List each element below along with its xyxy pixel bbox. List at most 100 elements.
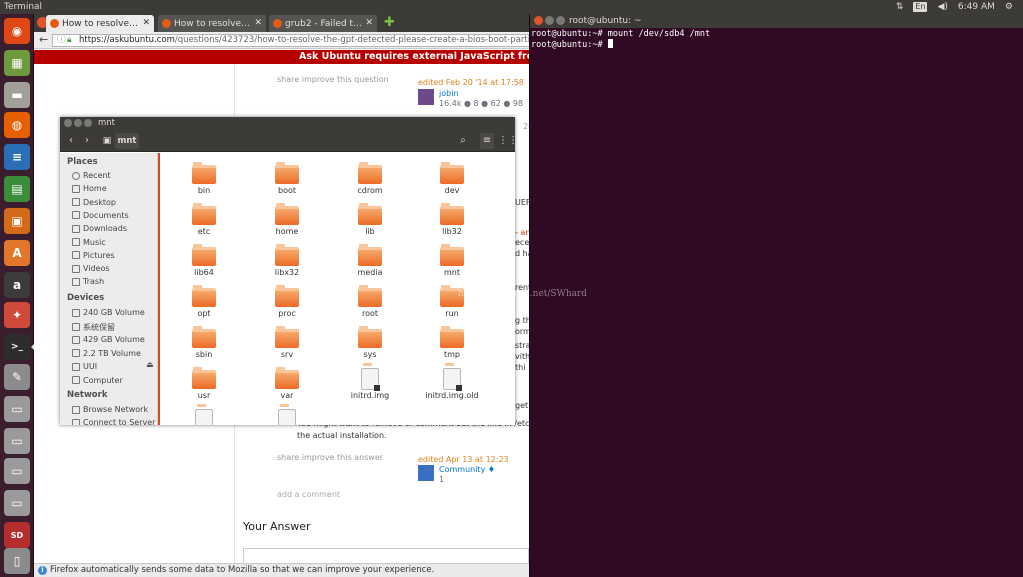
window-maximize-button[interactable] [84,119,92,127]
browser-tab[interactable]: How to resolve the "...✕ [158,15,266,32]
volume-icon[interactable]: ◀) [937,2,947,12]
files-icon[interactable]: ▬ [4,82,30,108]
ubuntu-dash-icon[interactable]: ◉ [4,18,30,44]
file-item[interactable]: initrd.img.old [422,363,482,402]
folder-item[interactable]: srv [257,325,317,361]
question-editor-name[interactable]: jobin [439,89,459,98]
sidebar-item-home[interactable]: Home [72,184,107,193]
photos-icon[interactable]: ▦ [4,50,30,76]
sidebar-item-429-gb-volume[interactable]: 429 GB Volume [72,335,145,344]
list-view-icon[interactable]: ≡ [480,133,494,149]
url-bar[interactable]: ⓘ 🔒︎ https://askubuntu.com/questions/423… [52,34,529,47]
forward-button[interactable]: › [80,133,94,149]
answer-editor[interactable] [243,548,529,564]
folder-item[interactable]: home [257,202,317,238]
clock[interactable]: 6:49 AM [958,2,995,12]
folder-item[interactable]: lib [340,202,400,238]
folder-item[interactable]: proc [257,284,317,320]
back-button[interactable]: ← [39,33,48,46]
window-close-button[interactable] [534,16,543,25]
amazon-icon[interactable]: a [4,272,30,298]
drive-icon[interactable]: ▭ [4,428,30,454]
answer-post-menu[interactable]: share improve this answer [277,453,383,462]
browser-tab[interactable]: grub2 - Failed to get ...✕ [269,15,377,32]
folder-item[interactable]: tmp [422,325,482,361]
sidebar-item-240-gb-volume[interactable]: 240 GB Volume [72,308,145,317]
sidebar-item-[interactable]: 系统保留 [72,322,115,333]
folder-item[interactable]: sys [340,325,400,361]
sidebar-item-uui[interactable]: UUI [72,362,97,371]
drive-icon[interactable]: ▭ [4,396,30,422]
sidebar-item-2-2-tb-volume[interactable]: 2.2 TB Volume [72,349,141,358]
avatar[interactable] [418,89,434,105]
sidebar-item-desktop[interactable]: Desktop [72,198,116,207]
sidebar-item-videos[interactable]: Videos [72,264,110,273]
software-center-icon[interactable]: A [4,240,30,266]
folder-item[interactable]: mnt [422,243,482,279]
window-close-button[interactable] [64,119,72,127]
sidebar-item-downloads[interactable]: Downloads [72,224,127,233]
sidebar-item-recent[interactable]: Recent [72,171,111,180]
folder-item[interactable]: usr [174,366,234,402]
question-edited-link[interactable]: edited Feb 20 '14 at 17:58 [418,78,524,87]
system-settings-icon[interactable]: ✦ [4,302,30,328]
close-tab-icon[interactable]: ✕ [142,18,150,28]
sd-card-icon[interactable]: SD [4,522,30,548]
text-editor-icon[interactable]: ✎ [4,364,30,390]
folder-item[interactable]: lib64 [174,243,234,279]
new-tab-button[interactable]: ✚ [384,15,395,30]
folder-item[interactable]: sbin [174,325,234,361]
question-post-menu[interactable]: share improve this question [277,75,389,84]
browser-tab[interactable]: How to resolve the "...✕ [46,15,154,32]
keyboard-layout-indicator[interactable]: En [913,2,928,12]
folder-item[interactable]: libx32 [257,243,317,279]
site-info-icon[interactable]: ⓘ [57,35,66,46]
folder-item[interactable]: cdrom [340,161,400,197]
file-item[interactable]: initrd.img [340,363,400,402]
terminal-icon[interactable]: >_ [4,334,30,360]
settings-icon[interactable]: ⚙ [1005,2,1013,12]
folder-item[interactable]: etc [174,202,234,238]
window-maximize-button[interactable] [556,16,565,25]
sidebar-item-pictures[interactable]: Pictures [72,251,115,260]
file-item[interactable] [257,404,317,425]
drive-icon[interactable]: ▭ [4,490,30,516]
trash-icon[interactable]: ▯ [4,548,30,574]
community-avatar[interactable] [418,465,434,481]
drive-icon[interactable]: ▭ [4,458,30,484]
search-icon[interactable]: ⌕ [456,133,470,149]
sidebar-item-music[interactable]: Music [72,238,106,247]
answer-edited-link[interactable]: edited Apr 13 at 12:23 [418,455,509,464]
add-comment-link[interactable]: add a comment [277,490,340,499]
sidebar-item-trash[interactable]: Trash [72,277,104,286]
folder-item[interactable]: media [340,243,400,279]
folder-item[interactable]: var [257,366,317,402]
path-button[interactable]: mnt [115,133,139,149]
calc-icon[interactable]: ▤ [4,176,30,202]
folder-item[interactable]: lib32 [422,202,482,238]
sidebar-item-documents[interactable]: Documents [72,211,129,220]
back-button[interactable]: ‹ [64,133,78,149]
folder-item[interactable]: dev [422,161,482,197]
impress-icon[interactable]: ▣ [4,208,30,234]
folder-item[interactable]: bin [174,161,234,197]
network-icon[interactable]: ⇅ [896,2,904,12]
folder-item[interactable]: opt [174,284,234,320]
close-tab-icon[interactable]: ✕ [365,18,373,28]
firefox-icon[interactable]: ◍ [4,112,30,138]
link-fragment[interactable]: - an [515,228,529,237]
location-icon[interactable]: ▣ [100,133,114,149]
writer-icon[interactable]: ≡ [4,144,30,170]
sidebar-item-browse-network[interactable]: Browse Network [72,405,148,414]
folder-item[interactable]: root [340,284,400,320]
window-minimize-button[interactable] [74,119,82,127]
window-minimize-button[interactable] [545,16,554,25]
answer-editor-name[interactable]: Community ♦ [439,465,495,474]
file-item[interactable] [174,404,234,425]
sidebar-item-connect-to-server[interactable]: Connect to Server [72,418,155,425]
folder-item[interactable]: boot [257,161,317,197]
close-tab-icon[interactable]: ✕ [254,18,262,28]
terminal-output[interactable]: root@ubuntu:~# mount /dev/sdb4 /mnt root… [530,29,1023,50]
grid-view-icon[interactable]: ⋮⋮ [498,133,518,149]
eject-icon[interactable]: ⏏ [146,360,154,369]
